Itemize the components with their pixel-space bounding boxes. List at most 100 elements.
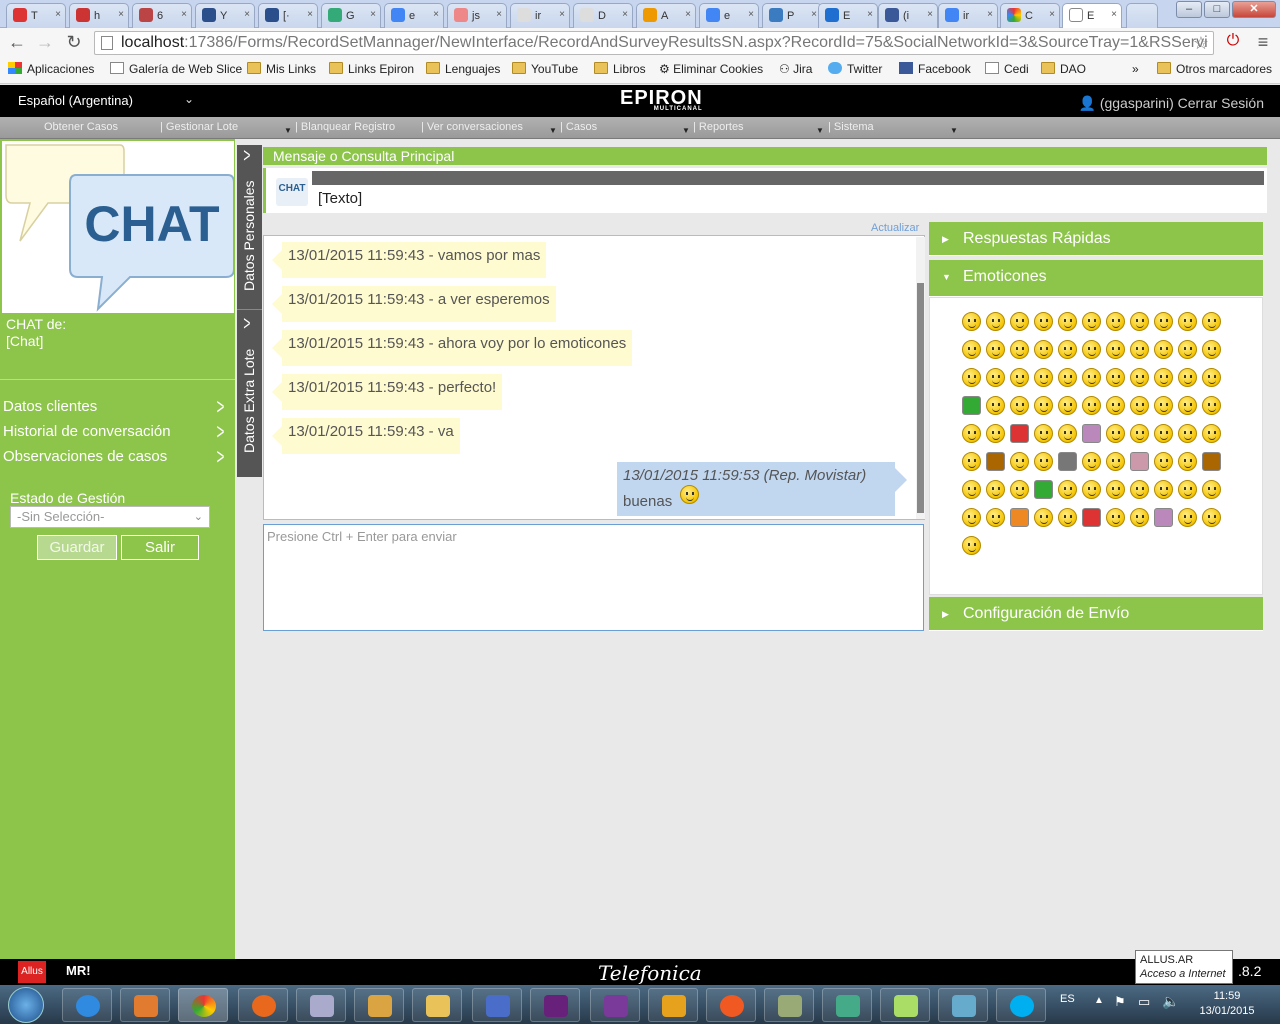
- guardar-button[interactable]: Guardar: [37, 535, 117, 560]
- bookmark-folder[interactable]: Lenguajes: [426, 62, 500, 76]
- url-bar[interactable]: localhost:17386/Forms/RecordSetMannager/…: [94, 31, 1214, 55]
- browser-tab[interactable]: js ×: [447, 3, 507, 28]
- emoticon-smiley-icon[interactable]: [1130, 312, 1149, 331]
- emoticon-smiley-icon[interactable]: [1034, 340, 1053, 359]
- browser-tab[interactable]: [· ×: [258, 3, 318, 28]
- back-icon[interactable]: ←: [6, 32, 28, 53]
- browser-tab[interactable]: A ×: [636, 3, 696, 28]
- browser-tab[interactable]: E ×: [818, 3, 878, 28]
- emoticon-smiley-icon[interactable]: [1154, 368, 1173, 387]
- emoticon-object-icon[interactable]: [1130, 452, 1149, 471]
- emoticon-smiley-icon[interactable]: [1010, 368, 1029, 387]
- volume-icon[interactable]: 🔈: [1162, 993, 1179, 1010]
- emoticon-smiley-icon[interactable]: [1058, 368, 1077, 387]
- bookmark-item[interactable]: Galería de Web Slice: [110, 62, 242, 76]
- emoticon-smiley-icon[interactable]: [1106, 312, 1125, 331]
- visual-studio-taskbar-icon[interactable]: [530, 988, 580, 1022]
- emoticon-smiley-icon[interactable]: [1154, 480, 1173, 499]
- salir-button[interactable]: Salir: [121, 535, 199, 560]
- emoticon-smiley-icon[interactable]: [1130, 396, 1149, 415]
- visual-studio-taskbar-icon[interactable]: [590, 988, 640, 1022]
- menu-casos[interactable]: | Casos ▼: [560, 121, 690, 135]
- close-icon[interactable]: ×: [927, 9, 933, 20]
- emoticon-smiley-icon[interactable]: [986, 396, 1005, 415]
- notepad-taskbar-icon[interactable]: [880, 988, 930, 1022]
- emoticon-smiley-icon[interactable]: [1106, 508, 1125, 527]
- emoticon-smiley-icon[interactable]: [962, 480, 981, 499]
- new-tab-button[interactable]: [1126, 3, 1158, 28]
- emoticon-smiley-icon[interactable]: [1202, 424, 1221, 443]
- flag-icon[interactable]: ⚑: [1114, 994, 1126, 1010]
- close-icon[interactable]: ×: [685, 9, 691, 20]
- emoticon-smiley-icon[interactable]: [986, 368, 1005, 387]
- close-icon[interactable]: ×: [559, 9, 565, 20]
- close-icon[interactable]: ×: [370, 9, 376, 20]
- system-clock[interactable]: 11:59 13/01/2015: [1192, 989, 1262, 1019]
- emoticon-smiley-icon[interactable]: [1202, 480, 1221, 499]
- emoticon-smiley-icon[interactable]: [1010, 312, 1029, 331]
- browser-tab[interactable]: P ×: [762, 3, 822, 28]
- sidebar-item-observaciones[interactable]: Observaciones de casos >: [3, 446, 233, 470]
- start-button[interactable]: [8, 987, 44, 1023]
- emoticon-smiley-icon[interactable]: [1034, 312, 1053, 331]
- browser-tab[interactable]: e ×: [699, 3, 759, 28]
- browser-tab[interactable]: Y ×: [195, 3, 255, 28]
- bookmark-folder[interactable]: Libros: [594, 62, 646, 76]
- emoticon-smiley-icon[interactable]: [1154, 312, 1173, 331]
- emoticon-smiley-icon[interactable]: [1202, 368, 1221, 387]
- emoticon-smiley-icon[interactable]: [1178, 508, 1197, 527]
- emoticon-smiley-icon[interactable]: [1058, 312, 1077, 331]
- emoticon-smiley-icon[interactable]: [986, 312, 1005, 331]
- emoticon-smiley-icon[interactable]: [1082, 480, 1101, 499]
- emoticon-smiley-icon[interactable]: [1130, 424, 1149, 443]
- emoticon-smiley-icon[interactable]: [1130, 480, 1149, 499]
- emoticon-object-icon[interactable]: [986, 452, 1005, 471]
- emoticon-smiley-icon[interactable]: [986, 480, 1005, 499]
- close-icon[interactable]: ×: [987, 9, 993, 20]
- emoticon-smiley-icon[interactable]: [1202, 340, 1221, 359]
- emoticon-smiley-icon[interactable]: [1010, 452, 1029, 471]
- bookmark-apps[interactable]: Aplicaciones: [8, 62, 94, 76]
- emoticon-smiley-icon[interactable]: [1178, 480, 1197, 499]
- estado-select[interactable]: -Sin Selección- ⌄: [10, 506, 210, 528]
- emoticon-smiley-icon[interactable]: [1082, 452, 1101, 471]
- media-player-taskbar-icon[interactable]: [120, 988, 170, 1022]
- close-icon[interactable]: ×: [1111, 9, 1117, 20]
- emoticon-smiley-icon[interactable]: [1010, 480, 1029, 499]
- emoticon-smiley-icon[interactable]: [1154, 424, 1173, 443]
- close-icon[interactable]: ×: [307, 9, 313, 20]
- emoticon-smiley-icon[interactable]: [1058, 424, 1077, 443]
- close-icon[interactable]: ×: [496, 9, 502, 20]
- emoticon-smiley-icon[interactable]: [1082, 368, 1101, 387]
- adblock-icon[interactable]: ⏻: [1222, 32, 1244, 50]
- emoticon-smiley-icon[interactable]: [986, 340, 1005, 359]
- close-icon[interactable]: ×: [1049, 9, 1055, 20]
- emoticon-object-icon[interactable]: [1082, 424, 1101, 443]
- emoticones-panel[interactable]: ▼ Emoticones: [929, 260, 1263, 297]
- bookmark-item[interactable]: Cedi: [985, 62, 1029, 76]
- outlook-taskbar-icon[interactable]: [648, 988, 698, 1022]
- emoticon-smiley-icon[interactable]: [1202, 396, 1221, 415]
- emoticon-smiley-icon[interactable]: [1106, 396, 1125, 415]
- emoticon-smiley-icon[interactable]: [1106, 340, 1125, 359]
- firefox-taskbar-icon[interactable]: [238, 988, 288, 1022]
- configuracion-envio-panel[interactable]: ▶ Configuración de Envío: [929, 597, 1263, 631]
- emoticon-smiley-icon[interactable]: [1010, 396, 1029, 415]
- maximize-button[interactable]: □: [1204, 1, 1230, 18]
- ie-taskbar-icon[interactable]: [62, 988, 112, 1022]
- menu-blanquear-registro[interactable]: | Blanquear Registro: [295, 121, 395, 133]
- bookmarks-overflow[interactable]: »: [1132, 62, 1139, 76]
- browser-tab[interactable]: ir ×: [510, 3, 570, 28]
- emoticon-smiley-icon[interactable]: [1178, 452, 1197, 471]
- emoticon-smiley-icon[interactable]: [1058, 508, 1077, 527]
- close-window-button[interactable]: ✕: [1232, 1, 1276, 18]
- bookmark-folder[interactable]: Otros marcadores: [1157, 62, 1272, 76]
- emoticon-smiley-icon[interactable]: [1106, 480, 1125, 499]
- emoticon-object-icon[interactable]: [1154, 508, 1173, 527]
- show-hidden-icons[interactable]: ▲: [1094, 995, 1104, 1006]
- emoticon-smiley-icon[interactable]: [1154, 396, 1173, 415]
- emoticon-smiley-icon[interactable]: [1154, 452, 1173, 471]
- emoticon-smiley-icon[interactable]: [962, 536, 981, 555]
- emoticon-smiley-icon[interactable]: [1130, 368, 1149, 387]
- emoticon-smiley-icon[interactable]: [1178, 340, 1197, 359]
